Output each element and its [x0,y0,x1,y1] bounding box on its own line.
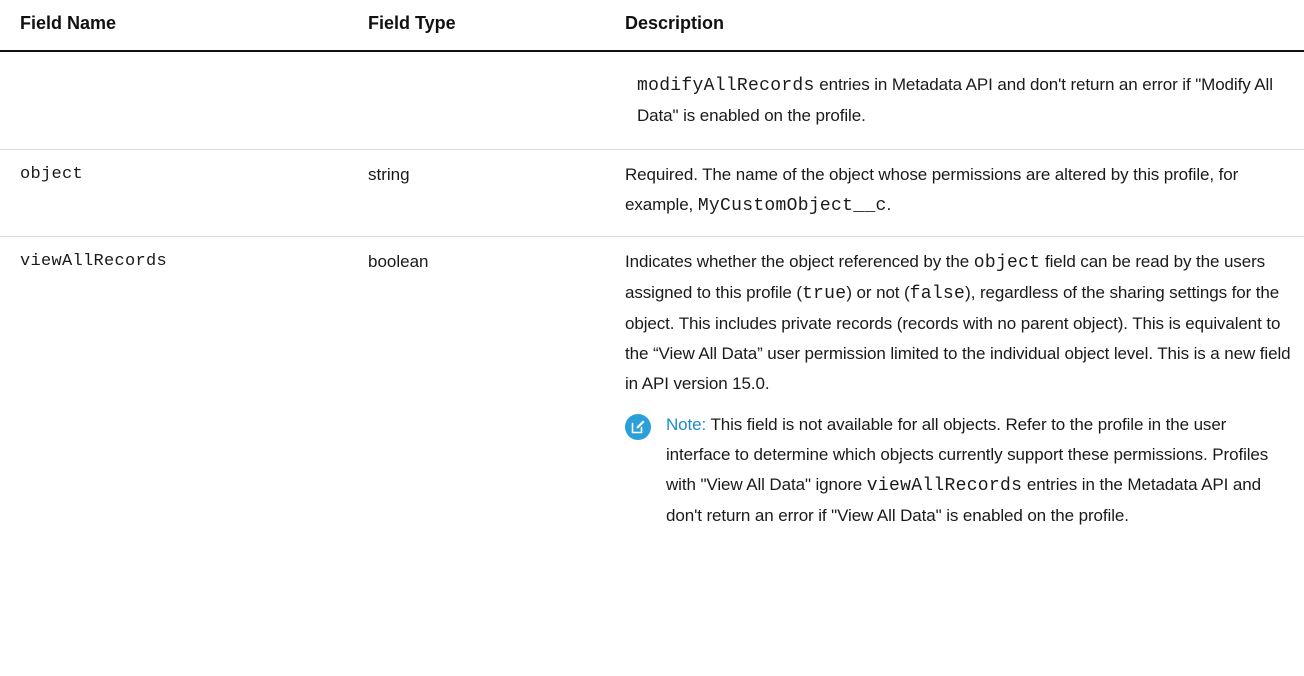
edit-note-icon [625,414,651,440]
header-description: Description [625,13,725,33]
field-name-cell: viewAllRecords [20,252,168,271]
table-row: object string Required. The name of the … [0,150,1304,237]
header-field-type: Field Type [368,13,456,33]
field-type-cell: string [368,165,410,184]
code-text: modifyAllRecords [637,76,815,96]
code-text: true [801,284,847,304]
description-cell: modifyAllRecords entries in Metadata API… [625,70,1297,131]
description-text: ) or not ( [846,283,910,302]
table-row: viewAllRecords boolean Indicates whether… [0,237,1304,637]
note-text: Note: This field is not available for al… [666,410,1286,531]
code-text: object [973,253,1041,273]
table-header-row: Field Name Field Type Description [0,0,1304,52]
description-cell: Required. The name of the object whose p… [625,160,1295,221]
code-text: MyCustomObject__c [697,196,887,216]
note-label: Note: [666,415,707,434]
field-reference-table: Field Name Field Type Description modify… [0,0,1304,637]
description-text: Indicates whether the object referenced … [625,252,974,271]
table-row: modifyAllRecords entries in Metadata API… [0,52,1304,150]
code-text: viewAllRecords [866,476,1023,496]
code-text: false [909,284,966,304]
description-cell: Indicates whether the object referenced … [625,247,1295,399]
field-name-cell: object [20,165,84,184]
header-field-name: Field Name [20,13,117,33]
field-type-cell: boolean [368,252,429,271]
edit-note-icon-glyph [631,420,645,434]
description-text: . [886,195,892,214]
